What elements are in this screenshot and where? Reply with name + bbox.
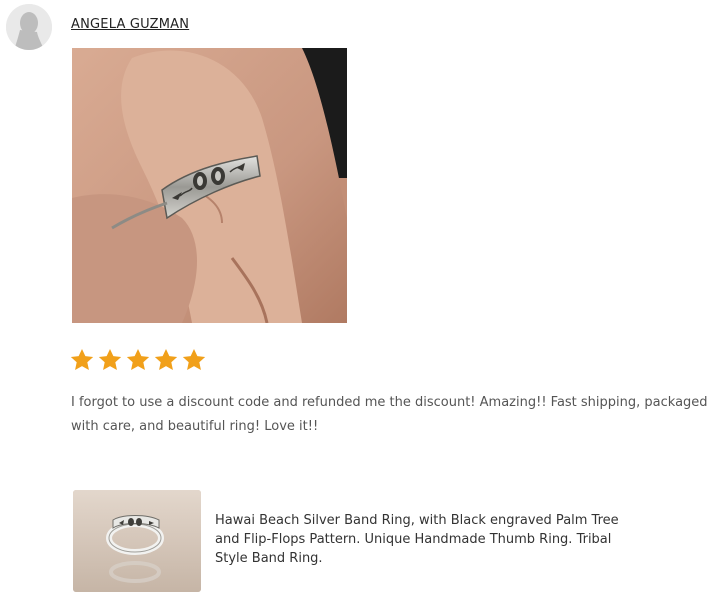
reviewer-name-link[interactable]: ANGELA GUZMAN <box>71 17 189 32</box>
ring-on-finger-image <box>72 48 347 323</box>
star-rating <box>69 347 207 373</box>
reviewer-avatar[interactable] <box>6 4 52 50</box>
product-title-link[interactable]: Hawai Beach Silver Band Ring, with Black… <box>215 511 635 568</box>
star-icon <box>182 348 206 370</box>
product-thumbnail[interactable] <box>73 490 201 592</box>
star-icon <box>98 348 122 370</box>
star-icon <box>126 348 150 370</box>
review-text: I forgot to use a discount code and refu… <box>71 395 708 434</box>
review-photo[interactable] <box>72 48 347 323</box>
star-icon <box>70 348 94 370</box>
avatar-silhouette-icon <box>6 4 52 50</box>
star-icon <box>154 348 178 370</box>
ring-product-image <box>73 490 201 592</box>
